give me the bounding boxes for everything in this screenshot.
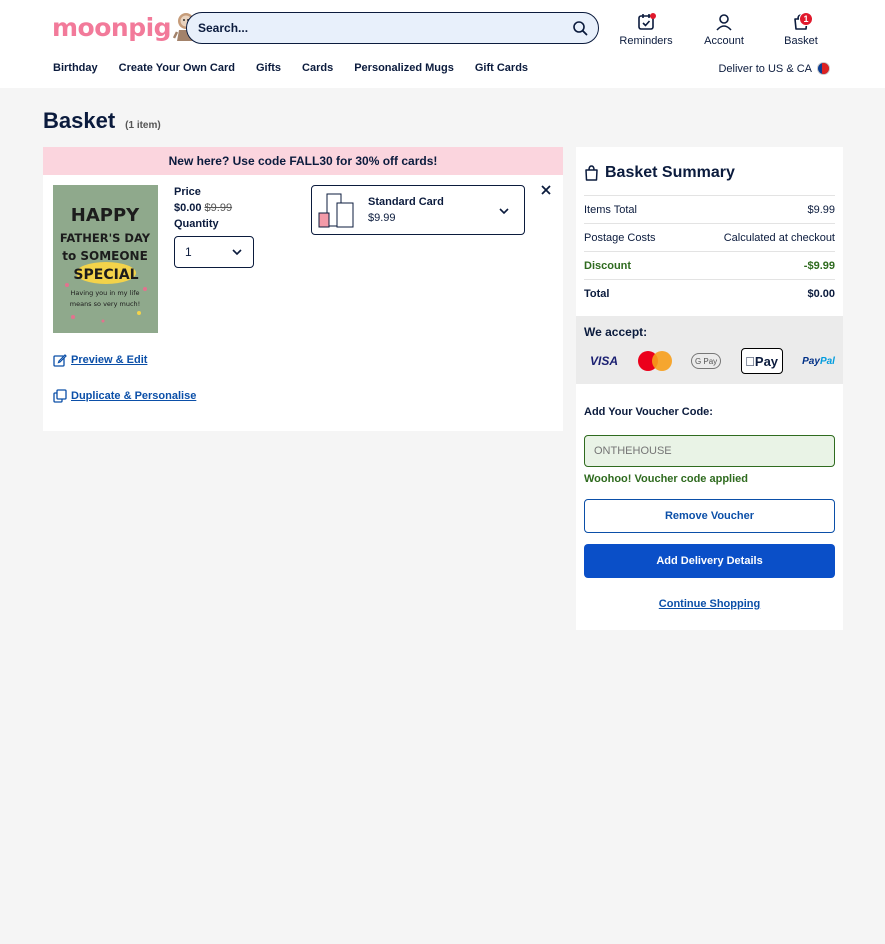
moonpig-logo[interactable]: moonpig — [52, 12, 200, 42]
nav-cards[interactable]: Cards — [302, 62, 333, 74]
continue-shopping-link[interactable]: Continue Shopping — [576, 598, 843, 610]
page-title: Basket (1 item) — [43, 108, 161, 134]
summary-row-discount: Discount -$9.99 — [584, 251, 835, 279]
chevron-down-icon — [232, 249, 242, 256]
basket-item-panel: New here? Use code FALL30 for 30% off ca… — [43, 147, 563, 431]
mastercard-icon — [637, 351, 672, 371]
quantity-value: 1 — [185, 245, 192, 259]
site-header: moonpig Reminders Account — [0, 0, 885, 88]
account-label: Account — [704, 35, 744, 47]
duplicate-personalise-label: Duplicate & Personalise — [71, 390, 197, 402]
card-text-line3: to SOMEONE — [62, 249, 148, 263]
summary-row-postage: Postage Costs Calculated at checkout — [584, 223, 835, 251]
apple-pay-icon: Pay — [740, 348, 783, 374]
user-icon — [716, 14, 732, 31]
basket-count-badge: 1 — [799, 12, 813, 26]
duplicate-personalise-link[interactable]: Duplicate & Personalise — [53, 389, 196, 403]
quantity-label: Quantity — [174, 218, 219, 230]
paypal-text-b: Pal — [819, 355, 835, 367]
deliver-region-selector[interactable]: Deliver to US & CA — [718, 62, 830, 75]
summary-row-value: Calculated at checkout — [723, 231, 835, 244]
summary-row-value: -$9.99 — [803, 259, 835, 272]
card-thumbnail[interactable]: HAPPY FATHER'S DAY to SOMEONE SPECIAL Ha… — [53, 185, 158, 333]
payment-logos: VISA G Pay Pay PayPal — [584, 348, 835, 374]
card-size-name: Standard Card — [368, 196, 444, 208]
summary-title-text: Basket Summary — [605, 164, 735, 181]
reminder-notification-dot — [650, 13, 656, 19]
preview-edit-label: Preview & Edit — [71, 354, 148, 366]
price-label: Price — [174, 186, 201, 198]
promo-banner: New here? Use code FALL30 for 30% off ca… — [43, 147, 563, 175]
price-original: $9.99 — [204, 202, 233, 214]
basket-summary-title: Basket Summary — [584, 164, 735, 182]
summary-row-value: $0.00 — [807, 287, 835, 300]
card-text-line6: means so very much! — [70, 300, 141, 308]
nav-create-your-own-card[interactable]: Create Your Own Card — [119, 62, 235, 74]
price-current: $0.00 — [174, 202, 202, 214]
visa-icon: VISA — [590, 354, 619, 368]
category-nav: Birthday Create Your Own Card Gifts Card… — [53, 62, 549, 74]
reminders-label: Reminders — [619, 35, 673, 47]
paypal-icon: PayPal — [802, 356, 835, 367]
summary-row-value: $9.99 — [807, 203, 835, 216]
card-text-line4: SPECIAL — [73, 267, 138, 283]
card-size-icon — [318, 193, 354, 228]
card-size-price: $9.99 — [368, 212, 396, 224]
search-bar — [186, 12, 599, 44]
summary-row-label: Total — [584, 287, 610, 300]
search-input[interactable] — [198, 21, 572, 35]
voucher-code-input[interactable] — [584, 435, 835, 467]
basket-button[interactable]: 1 Basket — [778, 12, 824, 47]
add-delivery-details-button[interactable]: Add Delivery Details — [584, 544, 835, 578]
item-count: (1 item) — [125, 120, 161, 131]
search-icon[interactable] — [572, 20, 588, 36]
chevron-down-icon — [499, 208, 509, 215]
voucher-label: Add Your Voucher Code: — [584, 406, 713, 418]
summary-row-label: Items Total — [584, 203, 637, 216]
deliver-label: Deliver to US & CA — [718, 62, 812, 75]
logo-text: moonpig — [52, 12, 172, 42]
card-text-line1: HAPPY — [71, 205, 140, 226]
nav-gift-cards[interactable]: Gift Cards — [475, 62, 528, 74]
copy-icon — [53, 389, 67, 403]
basket-label: Basket — [784, 35, 818, 47]
card-text-line5: Having you in my life — [71, 289, 140, 297]
card-text-line2: FATHER'S DAY — [60, 231, 151, 245]
shopping-bag-icon — [585, 165, 598, 181]
nav-birthday[interactable]: Birthday — [53, 62, 98, 74]
summary-row-label: Discount — [584, 259, 632, 272]
preview-edit-link[interactable]: Preview & Edit — [53, 353, 147, 367]
summary-row-label: Postage Costs — [584, 231, 656, 244]
basket-summary-panel: Basket Summary Items Total $9.99 Postage… — [576, 147, 843, 630]
summary-row-items-total: Items Total $9.99 — [584, 195, 835, 223]
price-row: $0.00 $9.99 — [174, 202, 232, 214]
card-artwork: HAPPY FATHER'S DAY to SOMEONE SPECIAL Ha… — [53, 185, 158, 333]
nav-personalized-mugs[interactable]: Personalized Mugs — [354, 62, 454, 74]
close-icon[interactable] — [540, 184, 552, 196]
summary-rows: Items Total $9.99 Postage Costs Calculat… — [584, 195, 835, 307]
reminders-button[interactable]: Reminders — [617, 12, 675, 47]
nav-gifts[interactable]: Gifts — [256, 62, 281, 74]
edit-icon — [53, 354, 67, 367]
basket-heading: Basket — [43, 108, 116, 133]
remove-voucher-button[interactable]: Remove Voucher — [584, 499, 835, 533]
account-button[interactable]: Account — [698, 12, 750, 47]
quantity-select[interactable]: 1 — [174, 236, 254, 268]
google-pay-icon: G Pay — [691, 353, 722, 369]
paypal-text-a: Pay — [802, 355, 820, 367]
payment-methods: We accept: VISA G Pay Pay PayPal — [576, 316, 843, 384]
flag-icon — [817, 62, 830, 75]
card-size-select[interactable]: Standard Card $9.99 — [311, 185, 525, 235]
voucher-success-message: Woohoo! Voucher code applied — [584, 473, 748, 485]
summary-row-total: Total $0.00 — [584, 279, 835, 307]
we-accept-label: We accept: — [584, 325, 648, 339]
